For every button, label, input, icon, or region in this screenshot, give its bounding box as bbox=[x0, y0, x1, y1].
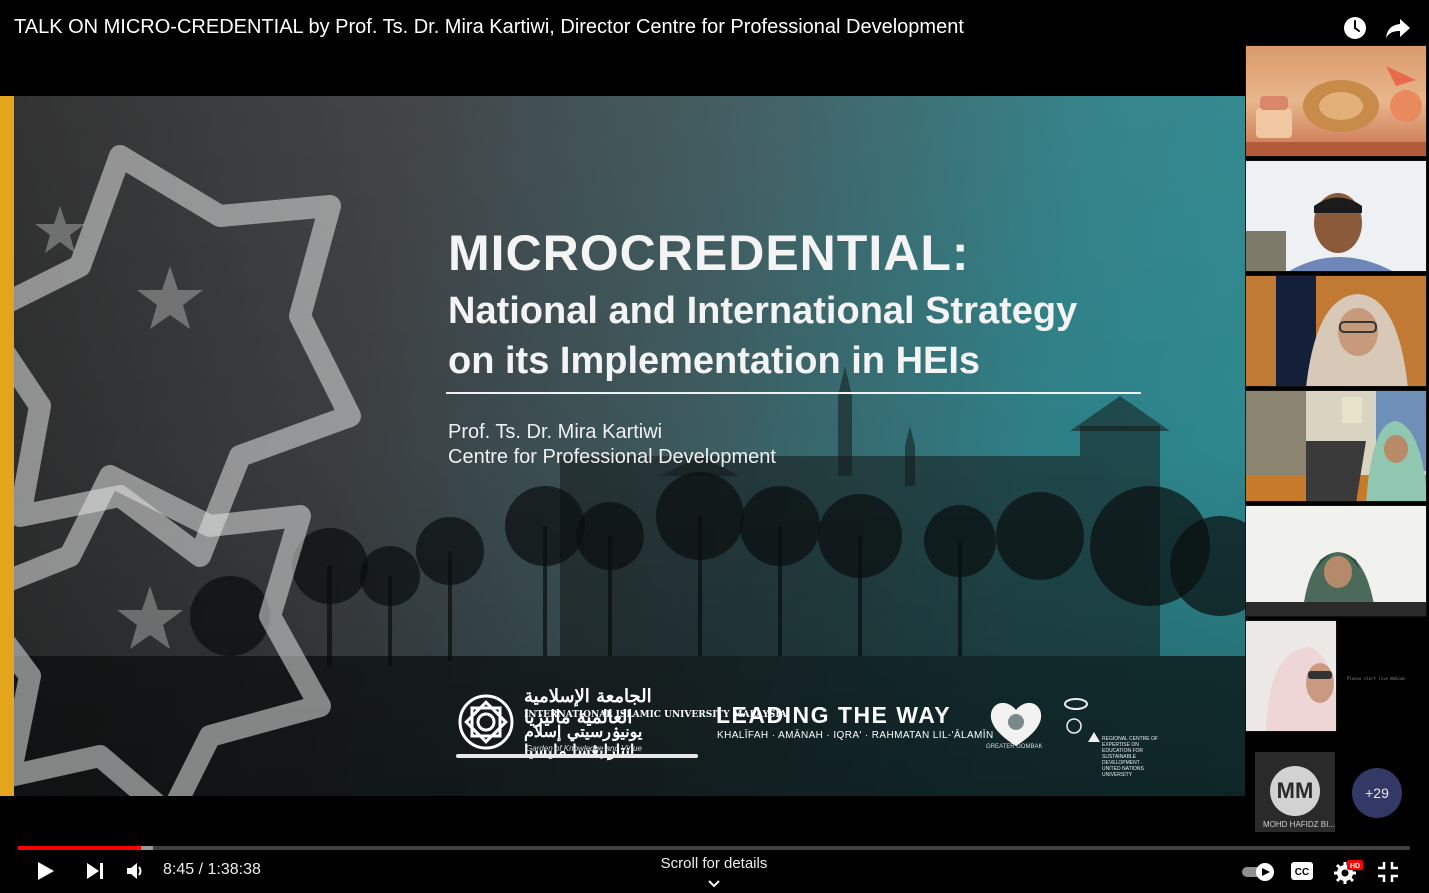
participant-tile-6[interactable] bbox=[1245, 620, 1337, 732]
watch-later-button[interactable] bbox=[1341, 14, 1369, 42]
presenter-name: Prof. Ts. Dr. Mira Kartiwi bbox=[448, 421, 663, 443]
more-participants-button[interactable]: +29 bbox=[1352, 768, 1402, 818]
slide-presenter: Prof. Ts. Dr. Mira Kartiwi Centre for Pr… bbox=[448, 420, 776, 470]
leading-the-way-tagline: KHALĪFAH · AMĀNAH · IQRA' · RAHMATAN LIL… bbox=[717, 730, 994, 741]
participant-tile-4[interactable] bbox=[1245, 390, 1427, 502]
slide-subtitle-line2: on its Implementation in HEIs bbox=[448, 340, 981, 382]
participant-tile-1[interactable] bbox=[1245, 45, 1427, 157]
avatar: MM bbox=[1270, 766, 1320, 816]
share-icon bbox=[1386, 19, 1410, 38]
iium-motto: Garden of Knowledge and Virtue bbox=[526, 744, 642, 753]
time-display: 8:45 / 1:38:38 bbox=[163, 861, 261, 878]
exit-fullscreen-button[interactable] bbox=[1377, 861, 1399, 888]
play-button[interactable] bbox=[34, 860, 56, 887]
captions-button[interactable]: CC bbox=[1291, 862, 1313, 885]
next-button[interactable] bbox=[84, 860, 106, 887]
iium-logo: الجامعة الإسلامية العالمية ماليزيا INTER… bbox=[452, 684, 787, 762]
un-university-label: REGIONAL CENTRE OF EXPERTISE ON EDUCATIO… bbox=[1102, 736, 1158, 778]
slide-divider bbox=[446, 392, 1141, 394]
play-icon bbox=[38, 862, 54, 880]
more-participants-count: +29 bbox=[1365, 785, 1389, 801]
hd-badge: HD bbox=[1350, 863, 1360, 870]
slide-accent-bar bbox=[0, 96, 14, 796]
skip-next-icon bbox=[87, 863, 103, 879]
share-button[interactable] bbox=[1384, 14, 1412, 42]
participant-tile-3[interactable] bbox=[1245, 275, 1427, 387]
leading-the-way-logo: LEADING THE WAY bbox=[716, 702, 952, 728]
presentation-slide: MICROCREDENTIAL: National and Internatio… bbox=[0, 96, 1245, 796]
gear-icon: HD bbox=[1334, 860, 1363, 884]
islamic-ornament bbox=[0, 145, 361, 796]
exit-fullscreen-icon bbox=[1378, 862, 1398, 882]
slide-subtitle: National and International Strategy on i… bbox=[448, 286, 1077, 386]
iium-emblem-icon bbox=[458, 694, 514, 750]
participant-note: Please start live Webcam bbox=[1347, 676, 1405, 681]
scroll-for-details[interactable]: Scroll for details bbox=[600, 855, 828, 872]
participant-video bbox=[1246, 506, 1426, 616]
mute-button[interactable] bbox=[124, 861, 146, 886]
settings-button[interactable]: HD bbox=[1334, 858, 1364, 889]
presenter-org: Centre for Professional Development bbox=[448, 446, 776, 468]
participant-video bbox=[1246, 391, 1426, 501]
autoplay-toggle-icon bbox=[1242, 863, 1274, 881]
participant-video bbox=[1246, 161, 1426, 271]
clock-icon bbox=[1344, 17, 1366, 39]
video-title: TALK ON MICRO-CREDENTIAL by Prof. Ts. Dr… bbox=[14, 16, 964, 38]
progress-played bbox=[18, 846, 142, 850]
participant-name: MOHD HAFIDZ BI... bbox=[1263, 820, 1335, 829]
participant-video bbox=[1246, 276, 1426, 386]
greater-gombak-label: GREATER GOMBAK bbox=[986, 744, 1043, 750]
slide-subtitle-line1: National and International Strategy bbox=[448, 290, 1078, 332]
title-bar: TALK ON MICRO-CREDENTIAL by Prof. Ts. Dr… bbox=[0, 0, 1429, 56]
closed-captions-icon: CC bbox=[1291, 862, 1313, 880]
participant-tile-2[interactable] bbox=[1245, 160, 1427, 272]
slide-title: MICROCREDENTIAL: bbox=[448, 225, 970, 281]
iium-swoosh bbox=[456, 754, 698, 758]
participants-strip: Please start live Webcam MM MOHD HAFIDZ … bbox=[1245, 45, 1429, 845]
progress-bar[interactable] bbox=[18, 846, 1410, 850]
participant-tile-5[interactable] bbox=[1245, 505, 1427, 617]
participant-background-image bbox=[1246, 66, 1426, 156]
scroll-chevron-button[interactable] bbox=[706, 876, 722, 893]
volume-icon bbox=[127, 863, 142, 879]
participant-tile-avatar[interactable]: MM MOHD HAFIDZ BI... bbox=[1255, 752, 1335, 832]
participant-video bbox=[1246, 621, 1336, 731]
chevron-down-icon bbox=[708, 880, 720, 888]
svg-text:CC: CC bbox=[1295, 867, 1309, 878]
avatar-initials: MM bbox=[1276, 778, 1314, 803]
autoplay-toggle[interactable] bbox=[1241, 862, 1277, 887]
